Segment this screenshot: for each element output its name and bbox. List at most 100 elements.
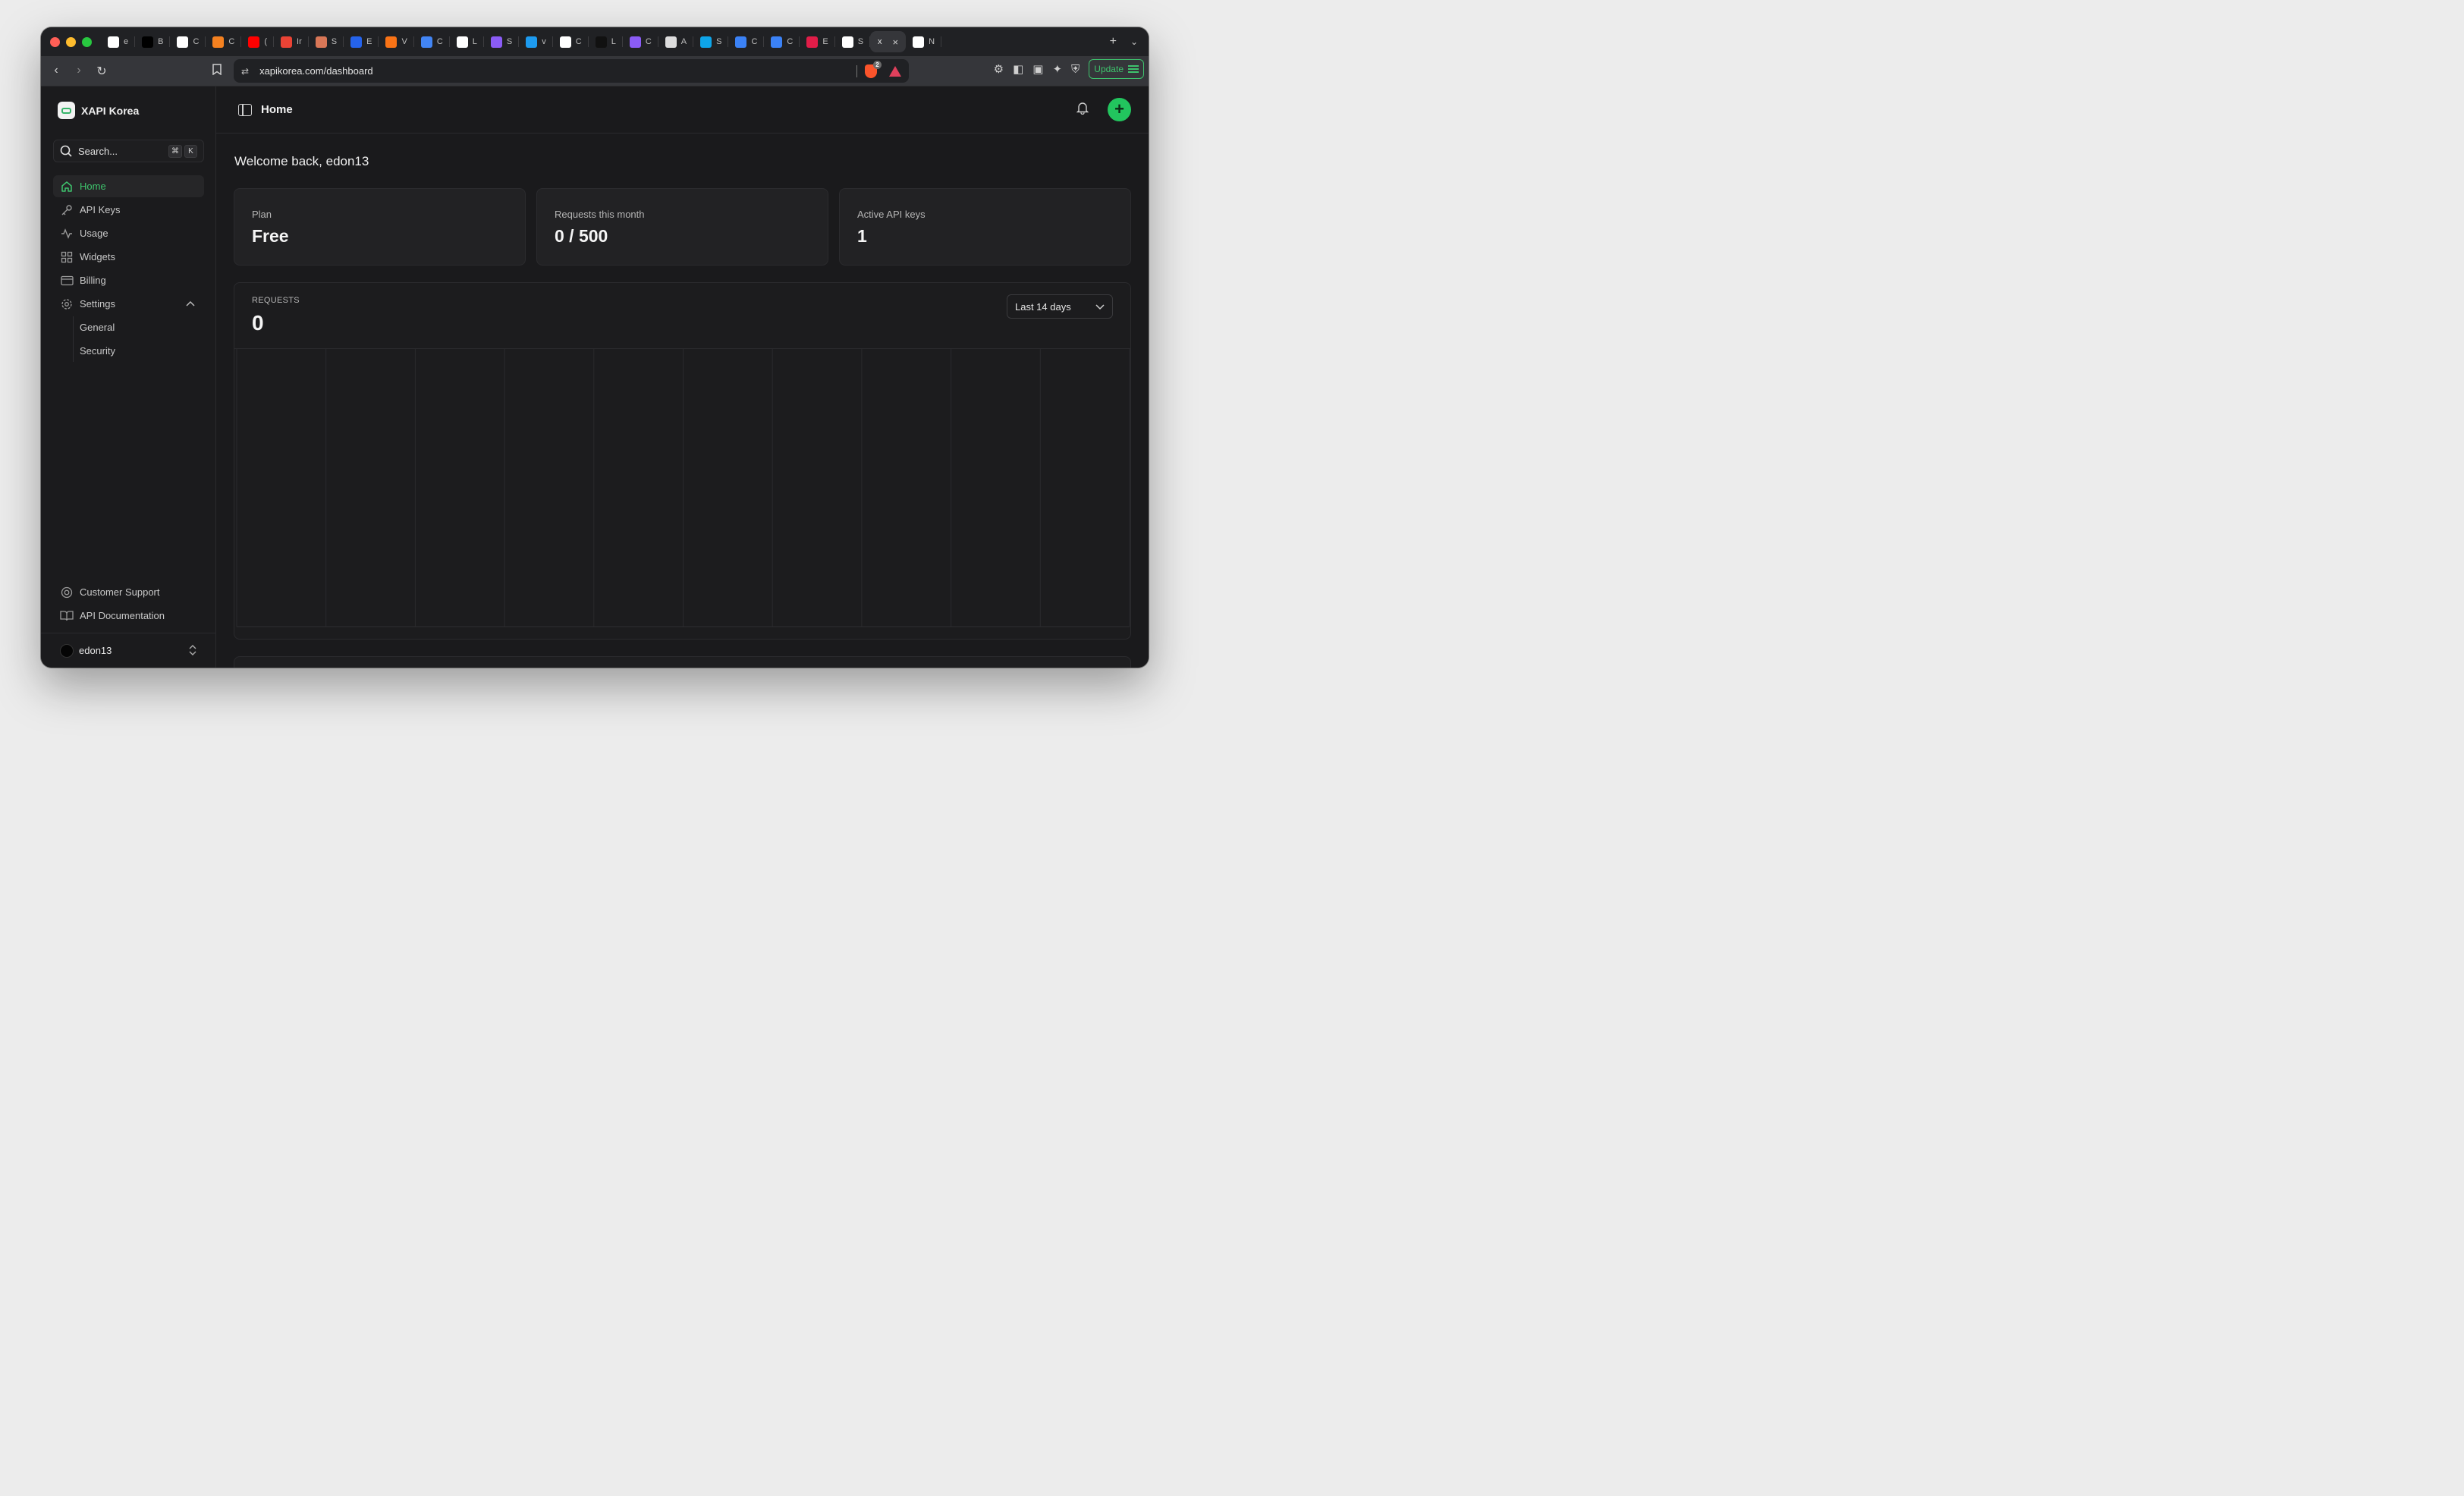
requests-month-card: Requests this month 0 / 500: [536, 188, 828, 266]
browser-tab[interactable]: v: [519, 31, 553, 52]
book-icon: [60, 610, 74, 621]
browser-tab[interactable]: L: [450, 31, 485, 52]
browser-tab[interactable]: A: [658, 31, 694, 52]
tab-title: x: [878, 37, 882, 46]
window-controls: [50, 36, 92, 47]
tab-title: C: [228, 37, 235, 46]
youtube-favicon: [248, 36, 260, 48]
zoom-window-button[interactable]: [82, 36, 92, 47]
tab-title: v: [542, 37, 546, 46]
add-button[interactable]: +: [1108, 98, 1131, 121]
browser-tab[interactable]: N: [906, 31, 942, 52]
tab-title: S: [716, 37, 722, 46]
browser-tab[interactable]: E: [800, 31, 836, 52]
browser-tab[interactable]: C: [728, 31, 765, 52]
sidebar-toggle-icon[interactable]: ◧: [1013, 62, 1023, 76]
gear-icon: [60, 298, 74, 310]
toolbar-actions: ⚙ ◧ ▣ ✦ ⛨ Update: [994, 59, 1144, 79]
extensions-icon[interactable]: ⚙: [994, 62, 1004, 76]
new-tab-button[interactable]: +: [1110, 35, 1117, 49]
sidebar-item-general[interactable]: General: [80, 316, 204, 338]
site-settings-icon[interactable]: ⇄: [241, 66, 249, 77]
address-divider: [856, 64, 857, 77]
browser-tab[interactable]: S: [835, 31, 871, 52]
back-button[interactable]: ‹: [46, 64, 67, 79]
browser-tab[interactable]: S: [484, 31, 520, 52]
browser-tab[interactable]: e: [101, 31, 136, 52]
address-bar[interactable]: ⇄ xapikorea.com/dashboard 2: [234, 59, 909, 83]
browser-tab[interactable]: S: [309, 31, 344, 52]
brand[interactable]: XAPI Korea: [58, 102, 139, 119]
browser-tab[interactable]: V: [379, 31, 415, 52]
minimize-window-button[interactable]: [66, 36, 76, 47]
reload-button[interactable]: ↻: [91, 64, 112, 79]
browser-tab[interactable]: (: [241, 31, 274, 52]
tab-title: C: [193, 37, 200, 46]
sidebar-item-billing[interactable]: Billing: [53, 269, 204, 291]
tab-title: E: [822, 37, 828, 46]
bell-icon[interactable]: [1076, 101, 1089, 118]
browser-tab[interactable]: C: [553, 31, 589, 52]
sidebar-item-api-documentation[interactable]: API Documentation: [53, 605, 204, 627]
user-name: edon13: [79, 645, 112, 656]
browser-tab[interactable]: Ir: [274, 31, 309, 52]
requests-chart-card: REQUESTS 0 Last 14 days: [234, 282, 1131, 640]
browser-tab-active[interactable]: x ×: [870, 31, 907, 52]
search-button[interactable]: Search... ⌘ K: [53, 140, 204, 162]
page-title: Home: [261, 103, 293, 116]
app: XAPI Korea Search... ⌘ K Home API Keys U…: [41, 86, 1149, 668]
date-range-value: Last 14 days: [1015, 300, 1071, 313]
sidebar-item-usage[interactable]: Usage: [53, 222, 204, 244]
main-content: Home + Welcome back, edon13 Plan Free Re…: [216, 86, 1149, 668]
browser-tab[interactable]: C: [764, 31, 800, 52]
tab-list-chevron-icon[interactable]: ⌄: [1130, 36, 1138, 47]
sidebar-item-label: General: [80, 322, 115, 333]
brave-rewards-icon[interactable]: [889, 65, 901, 77]
close-tab-icon[interactable]: ×: [893, 36, 899, 48]
bookmark-icon[interactable]: [206, 64, 228, 79]
home-icon: [60, 181, 74, 193]
browser-tab[interactable]: B: [135, 31, 171, 52]
chart-label: REQUESTS: [252, 296, 300, 305]
browser-tab[interactable]: C: [206, 31, 242, 52]
sidebar-item-label: Billing: [80, 275, 106, 286]
brave-shields-icon[interactable]: 2: [865, 60, 882, 78]
tab-title: B: [158, 37, 164, 46]
sidebar-item-api-keys[interactable]: API Keys: [53, 199, 204, 221]
app-favicon: [595, 36, 607, 48]
tab-title: e: [124, 37, 129, 46]
tab-title: S: [857, 37, 864, 46]
user-menu[interactable]: edon13: [41, 633, 216, 668]
tab-title: C: [436, 37, 443, 46]
vpn-icon[interactable]: ⛨: [1071, 63, 1080, 76]
browser-tab[interactable]: L: [589, 31, 623, 52]
close-window-button[interactable]: [50, 36, 60, 47]
tab-title: C: [575, 37, 582, 46]
browser-tab[interactable]: S: [693, 31, 729, 52]
lifebuoy-icon: [60, 586, 74, 599]
brand-name: XAPI Korea: [81, 104, 140, 117]
sidebar-item-settings[interactable]: Settings: [53, 293, 204, 315]
sidebar-toggle-button[interactable]: [238, 103, 252, 116]
chart-total: 0: [252, 311, 264, 335]
tab-title: C: [787, 37, 794, 46]
chevron-up-icon[interactable]: [186, 300, 195, 309]
browser-tab[interactable]: C: [414, 31, 450, 52]
date-range-select[interactable]: Last 14 days: [1007, 294, 1113, 319]
sidebar-item-home[interactable]: Home: [53, 175, 204, 197]
browser-tab[interactable]: E: [344, 31, 379, 52]
wallet-icon[interactable]: ▣: [1032, 62, 1043, 76]
leo-ai-icon[interactable]: ✦: [1052, 62, 1062, 76]
sidebar-item-customer-support[interactable]: Customer Support: [53, 581, 204, 603]
sidebar-footer-nav: Customer Support API Documentation: [53, 581, 204, 628]
sidebar-item-widgets[interactable]: Widgets: [53, 246, 204, 268]
tab-title: Ir: [297, 37, 302, 46]
browser-tab[interactable]: C: [170, 31, 206, 52]
active-keys-card: Active API keys 1: [839, 188, 1131, 266]
update-button[interactable]: Update: [1089, 59, 1144, 79]
url-text[interactable]: xapikorea.com/dashboard: [259, 65, 856, 77]
activity-icon: [60, 228, 74, 240]
sidebar-item-security[interactable]: Security: [80, 340, 204, 362]
forward-button[interactable]: ›: [68, 64, 90, 79]
browser-tab[interactable]: C: [623, 31, 658, 52]
